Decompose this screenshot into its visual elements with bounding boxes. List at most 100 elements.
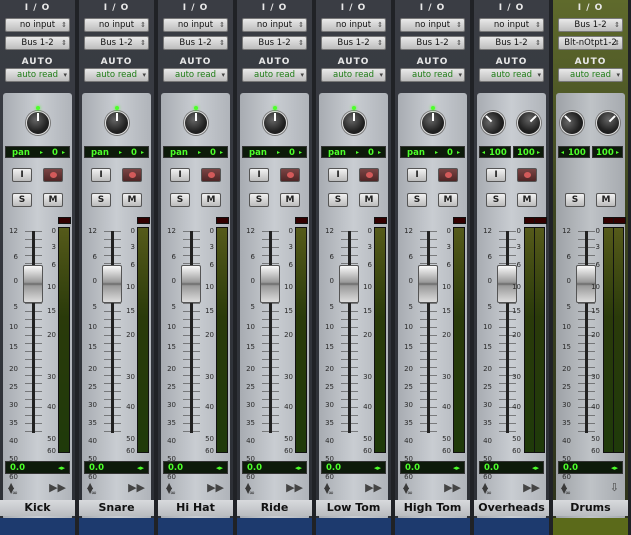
updown-arrows-icon[interactable]: ▲ ▼ [403, 482, 409, 495]
mute-button[interactable]: M [517, 193, 537, 207]
pan-right-knob[interactable] [512, 106, 546, 140]
automation-mode-selector[interactable]: auto read ▾ [163, 68, 228, 82]
automation-mode-selector[interactable]: auto read ▾ [5, 68, 70, 82]
input-monitor-button[interactable]: I [170, 168, 190, 182]
volume-display[interactable]: 0.0 ◂▸ [321, 461, 386, 474]
solo-button[interactable]: S [328, 193, 348, 207]
volume-display[interactable]: 0.0 ◂▸ [5, 461, 70, 474]
input-monitor-button[interactable]: I [12, 168, 32, 182]
automation-mode-selector[interactable]: auto read ▾ [400, 68, 465, 82]
input-selector[interactable]: no input ⇕ [5, 18, 70, 32]
input-selector[interactable]: Bus 1-2 ⇕ [558, 18, 623, 32]
group-arrows-icon[interactable]: ▶▶ [523, 481, 540, 494]
output-selector[interactable]: Blt-nOtpt1-2 ⇕ [558, 36, 623, 50]
pan-display[interactable]: pan ▸ 0 ▸ [163, 146, 228, 158]
record-arm-button[interactable] [43, 168, 63, 182]
group-arrows-icon[interactable]: ▶▶ [286, 481, 303, 494]
group-arrows-icon[interactable]: ▶▶ [128, 481, 145, 494]
input-monitor-button[interactable]: I [328, 168, 348, 182]
input-monitor-button[interactable]: I [91, 168, 111, 182]
track-name[interactable]: Kick [0, 500, 75, 516]
volume-display[interactable]: 0.0 ◂▸ [558, 461, 623, 474]
record-arm-button[interactable] [517, 168, 537, 182]
input-selector[interactable]: no input ⇕ [321, 18, 386, 32]
automation-mode-selector[interactable]: auto read ▾ [242, 68, 307, 82]
updown-arrows-icon[interactable]: ▲ ▼ [87, 482, 93, 495]
updown-arrows-icon[interactable]: ▲ ▼ [245, 482, 251, 495]
record-arm-button[interactable] [122, 168, 142, 182]
solo-button[interactable]: S [486, 193, 506, 207]
group-arrows-icon[interactable]: ▶▶ [207, 481, 224, 494]
track-name[interactable]: Hi Hat [158, 500, 233, 516]
pan-display[interactable]: pan ▸ 0 ▸ [5, 146, 70, 158]
automation-mode-selector[interactable]: auto read ▾ [479, 68, 544, 82]
pan-knob[interactable] [421, 106, 445, 135]
record-arm-button[interactable] [438, 168, 458, 182]
group-arrows-icon[interactable]: ▶▶ [49, 481, 66, 494]
input-selector[interactable]: no input ⇕ [242, 18, 307, 32]
updown-arrows-icon[interactable]: ▲ ▼ [8, 482, 14, 495]
pan-knob[interactable] [26, 106, 50, 135]
pan-knob[interactable] [263, 106, 287, 135]
volume-fader[interactable] [418, 265, 438, 303]
volume-fader[interactable] [181, 265, 201, 303]
track-name[interactable]: Overheads [474, 500, 549, 516]
pan-left-display[interactable]: ◂ 100 [558, 146, 590, 158]
pan-knob[interactable] [342, 106, 366, 135]
solo-button[interactable]: S [565, 193, 585, 207]
mute-button[interactable]: M [596, 193, 616, 207]
pan-left-knob[interactable] [555, 106, 589, 140]
track-name[interactable]: Snare [79, 500, 154, 516]
output-selector[interactable]: Bus 1-2 ⇕ [163, 36, 228, 50]
mute-button[interactable]: M [280, 193, 300, 207]
volume-fader[interactable] [339, 265, 359, 303]
input-monitor-button[interactable]: I [407, 168, 427, 182]
input-selector[interactable]: no input ⇕ [84, 18, 149, 32]
mute-button[interactable]: M [201, 193, 221, 207]
output-selector[interactable]: Bus 1-2 ⇕ [242, 36, 307, 50]
output-selector[interactable]: Bus 1-2 ⇕ [321, 36, 386, 50]
down-arrow-icon[interactable]: ⇩ [610, 481, 619, 494]
automation-mode-selector[interactable]: auto read ▾ [84, 68, 149, 82]
pan-right-knob[interactable] [591, 106, 625, 140]
pan-display[interactable]: pan ▸ 0 ▸ [84, 146, 149, 158]
volume-display[interactable]: 0.0 ◂▸ [84, 461, 149, 474]
record-arm-button[interactable] [280, 168, 300, 182]
mute-button[interactable]: M [122, 193, 142, 207]
input-monitor-button[interactable]: I [249, 168, 269, 182]
pan-knob[interactable] [184, 106, 208, 135]
updown-arrows-icon[interactable]: ▲ ▼ [166, 482, 172, 495]
track-name[interactable]: Drums [553, 500, 628, 516]
volume-display[interactable]: 0.0 ◂▸ [242, 461, 307, 474]
input-selector[interactable]: no input ⇕ [400, 18, 465, 32]
group-arrows-icon[interactable]: ▶▶ [444, 481, 461, 494]
group-arrows-icon[interactable]: ▶▶ [365, 481, 382, 494]
output-selector[interactable]: Bus 1-2 ⇕ [5, 36, 70, 50]
track-name[interactable]: Low Tom [316, 500, 391, 516]
input-selector[interactable]: no input ⇕ [479, 18, 544, 32]
volume-display[interactable]: 0.0 ◂▸ [400, 461, 465, 474]
record-arm-button[interactable] [201, 168, 221, 182]
output-selector[interactable]: Bus 1-2 ⇕ [84, 36, 149, 50]
volume-fader[interactable] [260, 265, 280, 303]
automation-mode-selector[interactable]: auto read ▾ [321, 68, 386, 82]
record-arm-button[interactable] [359, 168, 379, 182]
mute-button[interactable]: M [43, 193, 63, 207]
pan-right-display[interactable]: 100 ▸ [592, 146, 623, 158]
pan-right-display[interactable]: 100 ▸ [513, 146, 544, 158]
volume-display[interactable]: 0.0 ◂▸ [479, 461, 544, 474]
input-monitor-button[interactable]: I [486, 168, 506, 182]
mute-button[interactable]: M [359, 193, 379, 207]
volume-display[interactable]: 0.0 ◂▸ [163, 461, 228, 474]
updown-arrows-icon[interactable]: ▲ ▼ [324, 482, 330, 495]
volume-fader[interactable] [102, 265, 122, 303]
pan-display[interactable]: pan ▸ 0 ▸ [400, 146, 465, 158]
updown-arrows-icon[interactable]: ▲ ▼ [482, 482, 488, 495]
pan-display[interactable]: pan ▸ 0 ▸ [242, 146, 307, 158]
pan-left-display[interactable]: ◂ 100 [479, 146, 511, 158]
solo-button[interactable]: S [12, 193, 32, 207]
automation-mode-selector[interactable]: auto read ▾ [558, 68, 623, 82]
output-selector[interactable]: Bus 1-2 ⇕ [479, 36, 544, 50]
solo-button[interactable]: S [249, 193, 269, 207]
updown-arrows-icon[interactable]: ▲ ▼ [561, 482, 567, 495]
